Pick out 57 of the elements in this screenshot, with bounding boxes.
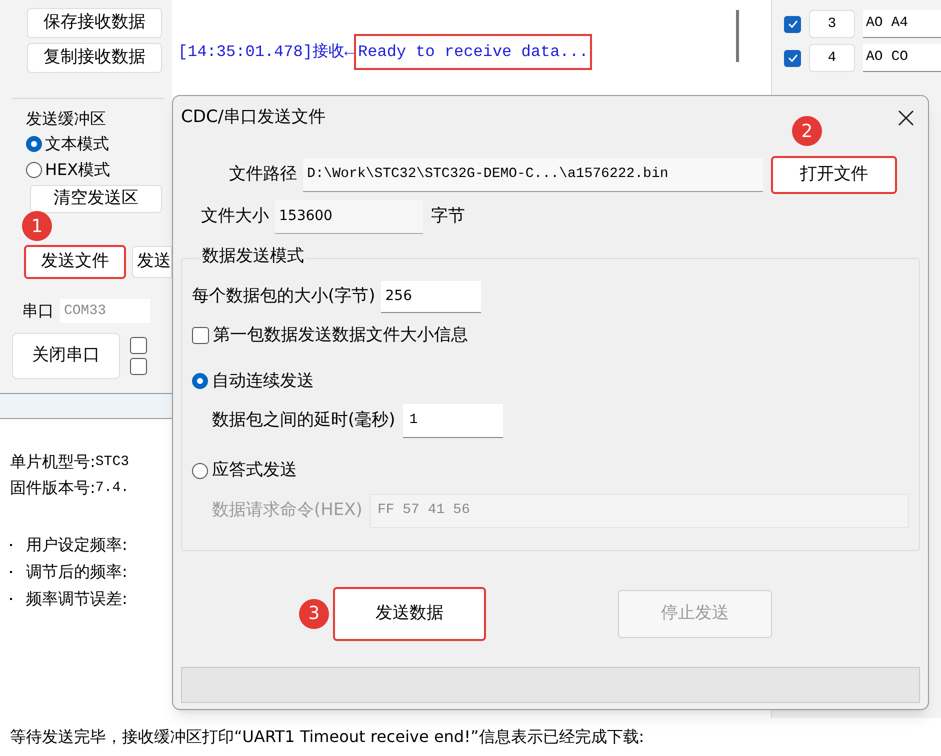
radio-label: HEX模式 [45,159,110,181]
check-icon [788,54,798,62]
info-value: STC3 [95,452,129,472]
port-dropdown[interactable]: COM33 [60,299,150,323]
packet-size-field[interactable]: 256 [381,281,482,313]
frequency-label: 调节后的频率: [26,560,128,582]
receive-data-button[interactable]: 复制接收数据 [27,43,162,73]
clear-send-button[interactable]: 清空发送区 [30,185,162,213]
port-label: 串口 [22,300,54,322]
group-title: 发送缓冲区 [26,108,107,130]
log-timestamp: [14:35:01.478]接收← [178,42,354,63]
file-size-label: 文件大小 [201,205,269,228]
mode-field-label: 数据包之间的延时(毫秒) [212,409,396,432]
channel-number: 3 [809,10,855,38]
channel-number: 4 [809,44,855,72]
step-number-badge: 1 [22,211,52,241]
file-size-field: 153600 [275,200,423,234]
checkbox[interactable] [784,50,801,66]
radio-label: 自动连续发送 [212,370,314,392]
radio-label: 应答式发送 [212,459,297,482]
file-path-label: 文件路径 [229,163,297,186]
close-port-button[interactable]: 关闭串口 [12,333,120,379]
close-icon[interactable] [898,110,914,126]
step-number-badge: 3 [299,598,329,628]
mode-field[interactable]: 1 [403,404,504,438]
open-file-button[interactable]: 打开文件 [771,156,897,194]
caption-text: 等待发送完毕，接收缓冲区打印“UART1 Timeout receive end!”信息表示已经完成下载: [10,726,644,748]
checkbox[interactable] [130,358,147,375]
dialog-title: CDC/串口发送文件 [181,106,326,130]
radio-button[interactable] [26,136,42,152]
file-path-field[interactable]: D:\Work\STC32\STC32G-DEMO-C...\a1576222.bin [303,158,763,192]
check-icon [788,20,798,28]
send-data-button[interactable]: 发送数据 [333,586,486,640]
checkbox-label: 第一包数据发送数据文件大小信息 [213,324,468,347]
send-button[interactable]: 发送 [132,246,172,278]
radio-button[interactable] [192,373,208,390]
packet-size-label: 每个数据包的大小(字节) [192,285,376,308]
step-number-badge: 2 [792,116,822,146]
radio-label: 文本模式 [45,133,109,155]
frequency-label: 频率调节误差: [26,588,128,610]
log-message: Ready to receive data... [354,34,592,70]
channel-data-field[interactable]: AO CO [863,44,941,72]
receive-data-button[interactable]: 保存接收数据 [27,8,162,38]
send-file-button[interactable]: 发送文件 [24,245,126,279]
file-size-unit: 字节 [431,205,465,228]
checkbox[interactable] [784,16,801,32]
frequency-label: 用户设定频率: [26,534,128,556]
radio-button[interactable] [26,162,42,178]
info-label: 单片机型号: [10,451,96,473]
info-label: 固件版本号: [10,477,96,499]
mode-field-label: 数据请求命令(HEX) [212,498,362,522]
info-value: 7.4. [95,478,129,498]
splitter-bar[interactable] [0,393,172,419]
channel-data-field[interactable]: AO A4 [863,10,941,38]
checkbox[interactable] [130,337,147,354]
checkbox[interactable] [192,327,209,344]
scrollbar-thumb[interactable] [736,10,738,62]
